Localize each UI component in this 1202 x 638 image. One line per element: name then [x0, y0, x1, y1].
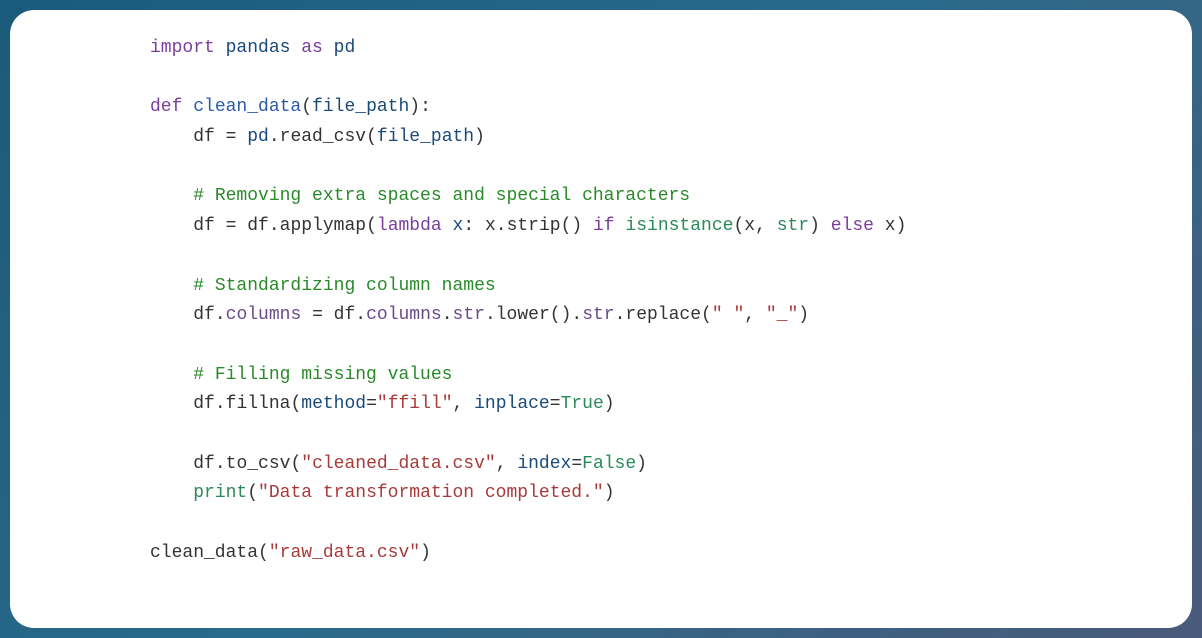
variable: df — [334, 305, 356, 325]
code-block: import pandas as pd def clean_data(file_… — [150, 34, 1168, 568]
variable: x — [744, 216, 755, 236]
keyword-lambda: lambda — [377, 216, 442, 236]
dot: . — [215, 305, 226, 325]
code-card: import pandas as pd def clean_data(file_… — [10, 10, 1192, 628]
variable: df — [193, 394, 215, 414]
variable: x — [485, 216, 496, 236]
paren: ( — [247, 483, 258, 503]
dot: . — [485, 305, 496, 325]
variable: df — [193, 216, 215, 236]
keyword-def: def — [150, 97, 182, 117]
comment: # Standardizing column names — [193, 276, 495, 296]
dot: . — [269, 127, 280, 147]
kwarg-name: inplace — [474, 394, 550, 414]
keyword-if: if — [593, 216, 615, 236]
keyword-import: import — [150, 38, 215, 58]
comma: , — [496, 454, 518, 474]
method: to_csv — [226, 454, 291, 474]
dot: . — [615, 305, 626, 325]
paren: ( — [733, 216, 744, 236]
method: applymap — [280, 216, 366, 236]
method: strip — [507, 216, 561, 236]
string-literal: " " — [712, 305, 744, 325]
operator: = — [550, 394, 561, 414]
paren: ( — [366, 127, 377, 147]
kwarg-name: method — [301, 394, 366, 414]
variable: x — [885, 216, 896, 236]
paren: ) — [798, 305, 809, 325]
dot: . — [496, 216, 507, 236]
builtin: isinstance — [625, 216, 733, 236]
paren: ( — [366, 216, 377, 236]
variable: df — [193, 305, 215, 325]
operator: = — [215, 127, 247, 147]
comma: , — [755, 216, 777, 236]
operator: = — [215, 216, 247, 236]
parameter: file_path — [312, 97, 409, 117]
method: lower — [496, 305, 550, 325]
builtin-type: str — [777, 216, 809, 236]
dot: . — [442, 305, 453, 325]
method: read_csv — [280, 127, 366, 147]
lambda-var: x — [453, 216, 464, 236]
boolean: True — [561, 394, 604, 414]
builtin: print — [193, 483, 247, 503]
operator: = — [571, 454, 582, 474]
dot: . — [215, 454, 226, 474]
string-literal: "cleaned_data.csv" — [301, 454, 495, 474]
paren: ( — [290, 454, 301, 474]
comma: , — [744, 305, 766, 325]
paren: () — [561, 216, 583, 236]
paren: ( — [258, 543, 269, 563]
dot: . — [215, 394, 226, 414]
attribute: columns — [226, 305, 302, 325]
comment: # Removing extra spaces and special char… — [193, 186, 690, 206]
string-literal: "_" — [766, 305, 798, 325]
function-name: clean_data — [193, 97, 301, 117]
method: fillna — [226, 394, 291, 414]
paren: ) — [409, 97, 420, 117]
string-literal: "ffill" — [377, 394, 453, 414]
paren: ) — [474, 127, 485, 147]
paren: ) — [604, 483, 615, 503]
variable: df — [247, 216, 269, 236]
string-literal: "Data transformation completed." — [258, 483, 604, 503]
dot: . — [571, 305, 582, 325]
paren: ( — [701, 305, 712, 325]
colon: : — [420, 97, 431, 117]
paren: ) — [896, 216, 907, 236]
operator: = — [366, 394, 377, 414]
dot: . — [355, 305, 366, 325]
paren: ( — [301, 97, 312, 117]
variable: df — [193, 454, 215, 474]
function-call: clean_data — [150, 543, 258, 563]
boolean: False — [582, 454, 636, 474]
keyword-as: as — [301, 38, 323, 58]
module-ref: pd — [247, 127, 269, 147]
kwarg-name: index — [517, 454, 571, 474]
attribute: str — [453, 305, 485, 325]
alias: pd — [334, 38, 356, 58]
colon: : — [463, 216, 485, 236]
comma: , — [453, 394, 475, 414]
argument: file_path — [377, 127, 474, 147]
method: replace — [625, 305, 701, 325]
attribute: columns — [366, 305, 442, 325]
keyword-else: else — [831, 216, 874, 236]
module-name: pandas — [226, 38, 291, 58]
paren: () — [550, 305, 572, 325]
paren: ) — [636, 454, 647, 474]
variable: df — [193, 127, 215, 147]
paren: ( — [290, 394, 301, 414]
string-literal: "raw_data.csv" — [269, 543, 420, 563]
paren: ) — [809, 216, 820, 236]
attribute: str — [582, 305, 614, 325]
comment: # Filling missing values — [193, 365, 452, 385]
operator: = — [301, 305, 333, 325]
dot: . — [269, 216, 280, 236]
paren: ) — [604, 394, 615, 414]
paren: ) — [420, 543, 431, 563]
